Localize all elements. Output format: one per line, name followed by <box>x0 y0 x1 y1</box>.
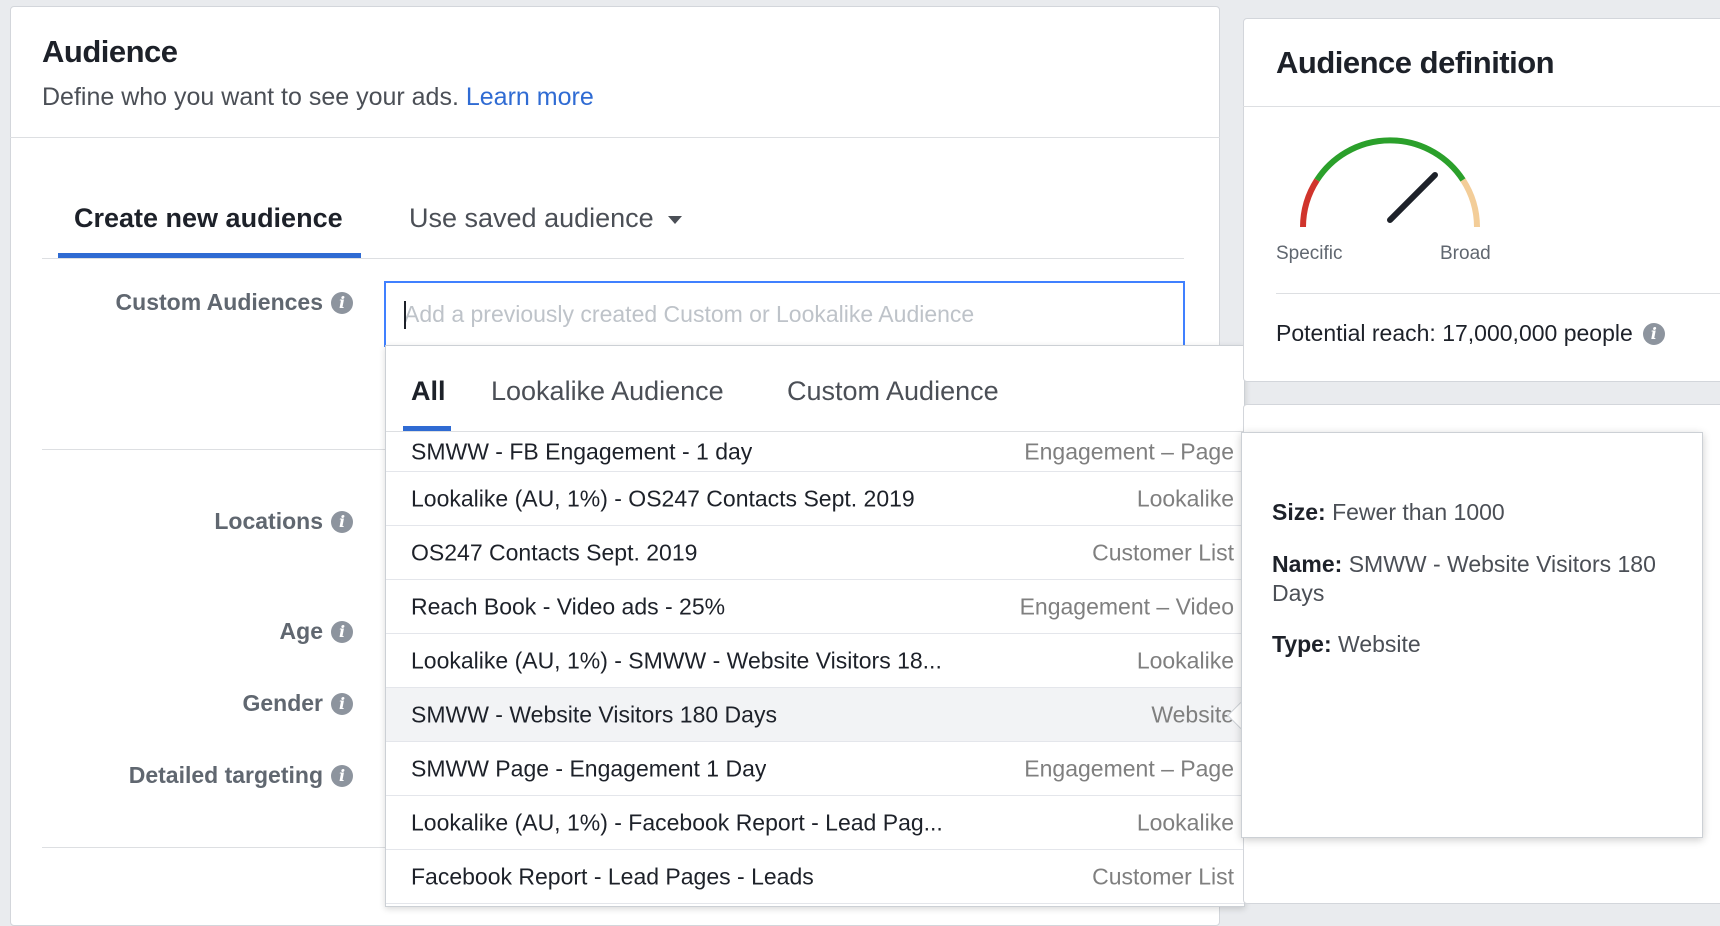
potential-reach-text: Potential reach: 17,000,000 people <box>1276 320 1633 346</box>
list-item[interactable]: SMWW Page - Engagement 1 Day Engagement … <box>386 742 1244 796</box>
custom-audience-search-box[interactable] <box>384 281 1185 347</box>
audience-type: Engagement – Page <box>1024 755 1234 781</box>
audience-definition-title: Audience definition <box>1276 45 1555 80</box>
audience-name: Reach Book - Video ads - 25% <box>411 593 726 619</box>
audience-description: Define who you want to see your ads. Lea… <box>42 83 594 112</box>
list-item[interactable]: SMWW - FB Engagement - 1 day Engagement … <box>386 432 1244 472</box>
divider <box>42 847 387 848</box>
tooltip-type-label: Type: <box>1272 631 1332 657</box>
info-icon[interactable]: i <box>331 692 353 715</box>
audience-name: Lookalike (AU, 1%) - SMWW - Website Visi… <box>411 647 942 673</box>
divider <box>1243 106 1720 107</box>
custom-audiences-label: Custom Audiences i <box>116 289 353 316</box>
audience-details-tooltip: Size: Fewer than 1000 Name: SMWW - Websi… <box>1241 432 1703 838</box>
tab-create-new-audience[interactable]: Create new audience <box>74 203 343 234</box>
audience-name: SMWW Page - Engagement 1 Day <box>411 755 767 781</box>
audience-type: Customer List <box>1092 863 1234 889</box>
dropdown-tab-custom[interactable]: Custom Audience <box>787 376 999 407</box>
tooltip-size-value: Fewer than 1000 <box>1332 499 1505 525</box>
tooltip-type-value: Website <box>1338 631 1421 657</box>
list-item[interactable]: Lookalike (AU, 1%) - SMWW - Website Visi… <box>386 634 1244 688</box>
audience-type: Lookalike <box>1136 809 1234 835</box>
dropdown-tab-all[interactable]: All <box>411 376 446 407</box>
audience-title: Audience <box>42 34 178 69</box>
custom-audience-search-input[interactable] <box>404 283 1164 345</box>
locations-label: Locations i <box>214 508 353 535</box>
audience-name: SMWW - FB Engagement - 1 day <box>411 438 753 464</box>
learn-more-link[interactable]: Learn more <box>466 83 594 111</box>
audience-description-text: Define who you want to see your ads. <box>42 83 459 111</box>
custom-audiences-label-text: Custom Audiences <box>115 289 323 315</box>
list-item[interactable]: OS247 Contacts Sept. 2019 Customer List <box>386 526 1244 580</box>
age-label-text: Age <box>279 618 323 644</box>
audience-name: Facebook Report - Lead Pages - Leads <box>411 863 814 889</box>
list-item[interactable]: Lookalike (AU, 1%) - Facebook Report - L… <box>386 796 1244 850</box>
potential-reach: Potential reach: 17,000,000 people i <box>1276 320 1665 347</box>
list-item-hovered[interactable]: SMWW - Website Visitors 180 Days Website <box>386 688 1244 742</box>
detailed-targeting-label: Detailed targeting i <box>129 762 353 789</box>
info-icon[interactable]: i <box>331 291 353 314</box>
text-cursor <box>404 301 406 329</box>
list-item[interactable]: Reach Book - Video ads - 25% Engagement … <box>386 580 1244 634</box>
audience-type: Engagement – Video <box>1019 593 1234 619</box>
gender-label-text: Gender <box>242 690 323 716</box>
info-icon[interactable]: i <box>1642 322 1665 345</box>
audience-type: Engagement – Page <box>1024 438 1234 464</box>
audience-type: Lookalike <box>1136 485 1234 511</box>
audience-size-gauge-icon <box>1300 137 1480 228</box>
tooltip-type: Type: Website <box>1272 630 1672 659</box>
gender-label: Gender i <box>242 690 353 717</box>
chevron-down-icon <box>667 215 682 224</box>
dropdown-tab-lookalike[interactable]: Lookalike Audience <box>491 376 724 407</box>
divider <box>10 137 1220 138</box>
audience-name: Lookalike (AU, 1%) - OS247 Contacts Sept… <box>411 485 915 511</box>
audience-type: Website <box>1151 701 1234 727</box>
audience-dropdown: All Lookalike Audience Custom Audience S… <box>385 345 1245 907</box>
detailed-targeting-label-text: Detailed targeting <box>128 762 323 788</box>
audience-type: Customer List <box>1092 539 1234 565</box>
audience-name: Lookalike (AU, 1%) - Facebook Report - L… <box>411 809 943 835</box>
list-item[interactable]: Lookalike (AU, 1%) - OS247 Contacts Sept… <box>386 472 1244 526</box>
tooltip-size: Size: Fewer than 1000 <box>1272 498 1672 527</box>
age-label: Age i <box>280 618 353 645</box>
divider <box>42 449 387 450</box>
gauge-broad-label: Broad <box>1440 243 1491 264</box>
gauge-specific-label: Specific <box>1276 243 1343 264</box>
info-icon[interactable]: i <box>331 510 353 533</box>
tab-use-saved-audience-label: Use saved audience <box>409 203 654 233</box>
divider <box>42 258 1184 259</box>
list-item[interactable]: Facebook Report - Lead Pages - Leads Cus… <box>386 850 1244 904</box>
tooltip-name: Name: SMWW - Website Visitors 180 Days <box>1272 550 1672 608</box>
audience-list: SMWW - FB Engagement - 1 day Engagement … <box>386 432 1244 904</box>
tab-use-saved-audience[interactable]: Use saved audience <box>409 203 682 234</box>
divider <box>1276 293 1720 294</box>
info-icon[interactable]: i <box>331 764 353 787</box>
info-icon[interactable]: i <box>331 620 353 643</box>
audience-name: OS247 Contacts Sept. 2019 <box>411 539 698 565</box>
tooltip-name-label: Name: <box>1272 551 1343 577</box>
tooltip-size-label: Size: <box>1272 499 1326 525</box>
locations-label-text: Locations <box>214 508 323 534</box>
audience-type: Lookalike <box>1136 647 1234 673</box>
audience-name: SMWW - Website Visitors 180 Days <box>411 701 777 727</box>
